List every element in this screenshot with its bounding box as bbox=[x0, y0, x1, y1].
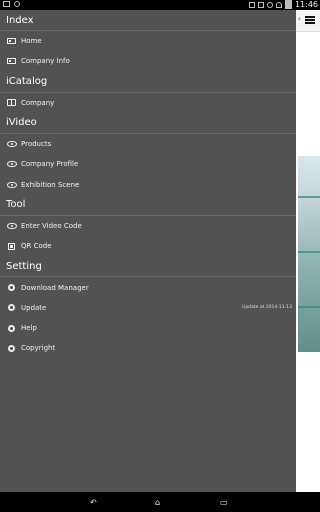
system-navigation-bar: ↶ ⌂ ▭ bbox=[0, 492, 320, 512]
status-left-icons bbox=[3, 1, 20, 7]
menu-item-label: Help bbox=[21, 324, 37, 333]
menu-item-enter-video-code[interactable]: Enter Video Code bbox=[0, 216, 296, 236]
app-bar: ‹ bbox=[296, 10, 320, 32]
menu-item-update[interactable]: Update Update at 2014-11-13 bbox=[0, 298, 296, 318]
nfc-icon bbox=[248, 1, 255, 8]
circle-icon bbox=[6, 344, 17, 352]
back-icon[interactable]: ↶ bbox=[90, 498, 100, 507]
menu-item-label: Update bbox=[21, 303, 47, 312]
menu-item-products[interactable]: Products bbox=[0, 134, 296, 154]
menu-item-label: Company Profile bbox=[21, 160, 79, 169]
menu-item-copyright[interactable]: Copyright bbox=[0, 338, 296, 358]
section-ivideo: iVideo bbox=[0, 113, 296, 134]
circle-icon bbox=[6, 284, 17, 292]
menu-item-company-profile[interactable]: Company Profile bbox=[0, 154, 296, 174]
menu-item-label: Home bbox=[21, 37, 42, 46]
wifi-icon bbox=[275, 1, 282, 8]
qr-icon bbox=[6, 242, 17, 250]
circle-icon bbox=[6, 324, 17, 332]
card-icon bbox=[6, 57, 17, 65]
eye-icon bbox=[6, 222, 17, 230]
menu-item-company[interactable]: Company bbox=[0, 93, 296, 113]
hamburger-icon[interactable] bbox=[305, 16, 315, 24]
menu-item-label: Exhibition Scene bbox=[21, 180, 80, 189]
menu-item-label: Company Info bbox=[21, 57, 70, 66]
menu-item-label: Company bbox=[21, 98, 55, 107]
book-icon bbox=[6, 99, 17, 107]
battery-icon bbox=[284, 0, 292, 9]
alarm-icon bbox=[266, 1, 273, 8]
screenshot-icon bbox=[3, 1, 10, 7]
navigation-drawer: Index Home Company Info iCatalog Company… bbox=[0, 10, 296, 492]
menu-item-qr-code[interactable]: QR Code bbox=[0, 236, 296, 256]
menu-item-label: Download Manager bbox=[21, 283, 89, 292]
update-date-text: Update at 2014-11-13 bbox=[242, 305, 292, 311]
eye-icon bbox=[6, 140, 17, 148]
menu-item-company-info[interactable]: Company Info bbox=[0, 51, 296, 71]
section-icatalog: iCatalog bbox=[0, 72, 296, 93]
section-index: Index bbox=[0, 10, 296, 31]
eye-icon bbox=[6, 160, 17, 168]
eye-icon bbox=[6, 181, 17, 189]
recents-icon[interactable]: ▭ bbox=[220, 498, 230, 507]
menu-item-label: Products bbox=[21, 140, 52, 149]
menu-item-download-manager[interactable]: Download Manager bbox=[0, 277, 296, 297]
home-icon[interactable]: ⌂ bbox=[155, 498, 165, 507]
menu-item-home[interactable]: Home bbox=[0, 31, 296, 51]
chevron-left-icon[interactable]: ‹ bbox=[298, 15, 301, 23]
menu-item-help[interactable]: Help bbox=[0, 318, 296, 338]
menu-item-label: Enter Video Code bbox=[21, 221, 82, 230]
section-tool: Tool bbox=[0, 195, 296, 216]
status-bar: 11:46 bbox=[0, 0, 320, 10]
vibrate-icon bbox=[257, 1, 264, 8]
circle-icon bbox=[6, 304, 17, 312]
menu-item-label: Copyright bbox=[21, 344, 56, 353]
main-content-peek: ‹ bbox=[296, 10, 320, 492]
section-setting: Setting bbox=[0, 256, 296, 278]
menu-item-exhibition-scene[interactable]: Exhibition Scene bbox=[0, 174, 296, 194]
status-right: 11:46 bbox=[248, 0, 318, 9]
factory-photo bbox=[298, 156, 320, 352]
clock: 11:46 bbox=[294, 0, 318, 9]
card-icon bbox=[6, 37, 17, 45]
music-icon bbox=[14, 1, 20, 7]
menu-item-label: QR Code bbox=[21, 242, 52, 251]
